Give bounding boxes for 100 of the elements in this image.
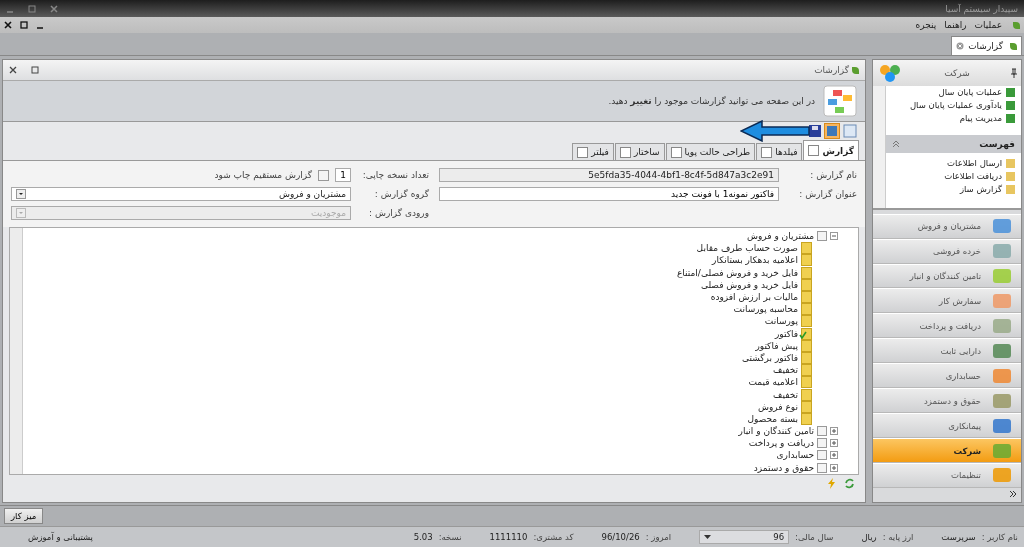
leaf-icon [1013,21,1020,29]
report-icon [801,388,812,401]
checkbox[interactable] [318,169,329,181]
sidebar-link[interactable]: یادآوری عملیات پایان سال [886,98,1021,112]
report-icon [801,266,812,279]
sidebar-group-header[interactable]: فهرست [886,134,1021,153]
tree-item[interactable]: تخفیف [23,388,838,401]
menu-item[interactable]: پنجره [915,20,937,30]
module-button[interactable]: دارایی ثابت [873,338,1021,364]
tree-item[interactable]: اعلامیه قیمت [23,376,838,389]
status-value: 1111110 [489,532,528,542]
report-icon [801,315,812,328]
expand-icon[interactable] [830,451,838,460]
module-button[interactable]: شرکت [873,438,1021,463]
report-icon [801,400,812,413]
status-label: امروز : [645,532,672,542]
module-button[interactable]: حسابداری [873,363,1021,389]
tree-node[interactable]: حقوق و دستمزد [23,461,838,474]
fiscal-year-dropdown[interactable]: 96 [699,530,790,544]
tab[interactable]: گزارش [803,140,859,160]
tree-node[interactable]: مشتریان و فروش [23,230,838,243]
report-chart-icon [823,85,857,117]
status-label: ارز پایه : [882,532,914,542]
tree-item[interactable]: پیش فاکتور [23,339,838,352]
lightning-icon[interactable] [827,477,836,489]
menu-item[interactable]: راهنما [944,20,967,30]
tree-node[interactable]: حسابداری [23,449,838,462]
field-label: گروه گزارش : [373,189,429,199]
module-button[interactable]: حقوق و دستمزد [873,388,1021,414]
report-icon [801,303,812,316]
expand-icon[interactable] [830,463,838,472]
report-title-field[interactable]: فاکتور نمونه1 با فونت جدید [439,187,779,201]
group-icon [817,438,827,449]
sidebar-link[interactable]: ارسال اطلاعات [886,156,1021,170]
report-icon [801,376,812,389]
close-icon[interactable] [9,66,17,74]
pin-icon[interactable] [1011,67,1017,78]
module-button[interactable]: پیمانکاری [873,413,1021,439]
tree-item[interactable]: فاکتور [23,327,838,340]
module-button[interactable]: تامین کنندگان و انبار [873,263,1021,289]
status-value: 5.03 [413,532,433,542]
expand-icon[interactable] [830,439,838,448]
sidebar-link[interactable]: عملیات پایان سال [886,85,1021,99]
copies-field[interactable]: 1 [335,168,351,182]
tree-item[interactable]: مالیات بر ارزش افزوده [23,290,838,304]
report-icon [801,242,812,255]
menu-item[interactable]: عملیات [974,20,1002,30]
tree-node[interactable]: دریافت و پرداخت [23,437,838,450]
desktop-button[interactable]: میز کار [4,508,44,524]
module-button[interactable]: مشتریان و فروش [873,213,1021,239]
group-icon [817,426,827,437]
report-icon [801,351,812,364]
collapse-icon[interactable] [830,232,838,241]
support-link[interactable]: پشتیبانی و آموزش [28,532,93,542]
collapse-icon[interactable] [892,139,900,148]
tab[interactable]: ساختار [614,143,665,160]
module-button[interactable]: سفارش کار [873,288,1021,314]
report-icon [801,339,812,352]
tree-item[interactable]: فاکتور برگشتی [23,351,838,365]
sidebar-link[interactable]: مدیریت پیام [886,111,1021,125]
tree-item[interactable]: بسته محصول [23,412,838,425]
report-group-dropdown[interactable]: مشتریان و فروش [11,187,351,201]
tree-node[interactable]: تامین کنندگان و انبار [23,425,838,438]
status-value: 96/10/26 [601,532,640,542]
pointer-arrow [740,120,810,142]
tree-item[interactable]: محاسبه پورسانت [23,303,838,316]
checkbox-label: گزارش مستقیم چاپ شود [214,170,312,180]
scrollbar[interactable] [10,228,23,474]
tree-item[interactable]: فایل خرید و فروش فصلی/امتناع [23,266,838,279]
sidebar-link[interactable]: گزارش ساز [886,182,1021,196]
report-name-field[interactable]: 5e5fda35-4044-4bf1-8c4f-5d847a3c2e91 [439,168,779,182]
field-label: نام گزارش : [809,170,857,180]
status-value: سرپرست [941,532,976,542]
close-icon[interactable] [4,21,12,29]
tree-item[interactable]: اعلامیه بدهکار بستانکار [23,254,838,267]
report-icon [801,254,812,267]
scrollbar[interactable] [873,85,886,208]
tree-item[interactable]: تخفیف [23,364,838,377]
logo-icon [877,62,903,83]
module-button[interactable]: خرده فروشی [873,238,1021,264]
document-tab[interactable]: گزارشات [951,36,1022,55]
tab[interactable]: فیلدها [756,143,803,160]
more-icon[interactable] [1009,489,1017,500]
sidebar-title: شرکت [943,67,971,78]
tab[interactable]: طراحی حالت پویا [665,143,756,160]
tree-item[interactable]: صورت حساب طرف مقابل [23,242,838,255]
tab[interactable]: فیلتر [572,143,614,160]
group-icon [817,450,827,461]
restore-icon[interactable] [31,66,39,74]
expand-icon[interactable] [830,427,838,436]
sidebar-link[interactable]: دریافت اطلاعات [886,169,1021,183]
tree-item[interactable]: نوع فروش [23,400,838,413]
field-label: تعداد نسخه چاپی: [361,170,429,180]
module-button[interactable]: دریافت و پرداخت [873,313,1021,339]
refresh-icon[interactable] [844,477,855,489]
window-title: سپیدار سیستم آسیا [945,3,1018,14]
tree-item[interactable]: فایل خرید و فروش فصلی [23,278,838,291]
module-button[interactable]: تنظیمات [873,463,1021,488]
panel-title: گزارشات [814,65,859,75]
tree-item[interactable]: پورسانت [23,315,838,328]
